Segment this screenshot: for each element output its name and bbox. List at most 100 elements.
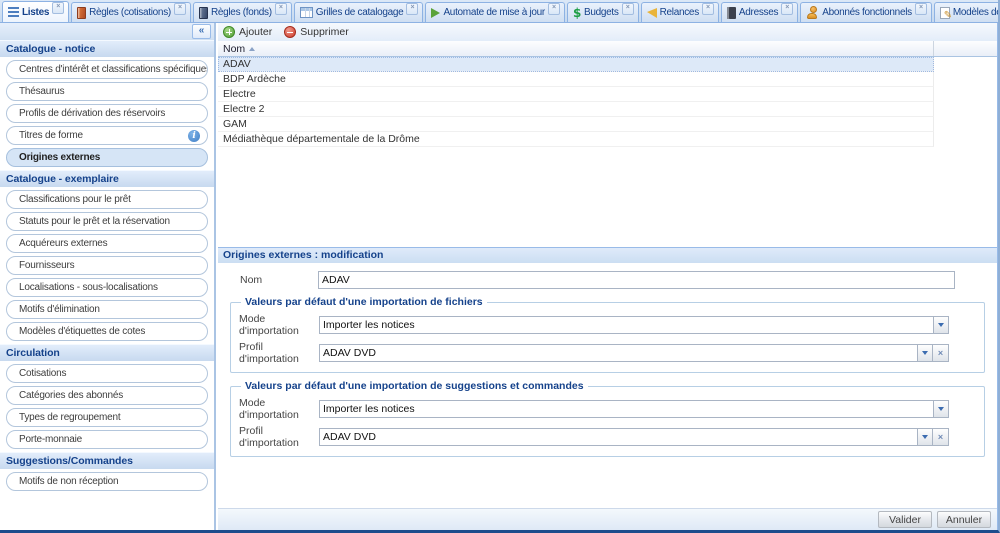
grid-row[interactable]: Electre xyxy=(218,87,934,102)
sidebar-item-categories-abonnes[interactable]: Catégories des abonnés xyxy=(6,386,208,405)
tab-label: Règles (cotisations) xyxy=(89,7,171,18)
sidebar-section-suggestions-commandes: Suggestions/Commandes xyxy=(0,452,214,469)
tab-modeles-documents[interactable]: ✎ Modèles de documents × xyxy=(934,2,998,22)
collapse-sidebar-icon[interactable]: « xyxy=(192,24,211,39)
sidebar-item-modeles-etiquettes[interactable]: Modèles d'étiquettes de cotes xyxy=(6,322,208,341)
grid-row[interactable]: Electre 2 xyxy=(218,102,934,117)
sidebar-section-catalogue-exemplaire: Catalogue - exemplaire xyxy=(0,170,214,187)
delete-button-label: Supprimer xyxy=(300,26,348,38)
tab-close-icon[interactable]: × xyxy=(781,3,793,15)
sidebar-item-acquereurs-externes[interactable]: Acquéreurs externes xyxy=(6,234,208,253)
delete-button[interactable]: Supprimer xyxy=(284,26,348,38)
mode-importation-label: Mode d'importation xyxy=(239,397,319,421)
combo-dropdown-icon[interactable] xyxy=(917,344,933,362)
tab-regles-fonds[interactable]: Règles (fonds) × xyxy=(193,2,292,22)
combo-dropdown-icon[interactable] xyxy=(933,400,949,418)
sidebar-section-catalogue-notice: Catalogue - notice xyxy=(0,40,214,57)
grid-row[interactable]: GAM xyxy=(218,117,934,132)
tab-close-icon[interactable]: × xyxy=(174,3,186,15)
sidebar-item-centres-interet[interactable]: Centres d'intérêt et classifications spé… xyxy=(6,60,208,79)
mode-importation-combo[interactable]: Importer les notices xyxy=(319,316,949,334)
tab-grilles-catalogage[interactable]: Grilles de catalogage × xyxy=(294,2,424,22)
tab-close-icon[interactable]: × xyxy=(406,3,418,15)
grid-row[interactable]: Médiathèque départementale de la Drôme xyxy=(218,132,934,147)
sidebar-item-thesaurus[interactable]: Thésaurus xyxy=(6,82,208,101)
form-footer: Valider Annuler xyxy=(218,508,997,530)
combo-dropdown-icon[interactable] xyxy=(933,316,949,334)
tab-adresses[interactable]: Adresses × xyxy=(721,2,798,22)
sidebar-item-localisations[interactable]: Localisations - sous-localisations xyxy=(6,278,208,297)
clear-field-icon[interactable]: × xyxy=(933,344,949,362)
tab-label: Abonnés fonctionnels xyxy=(822,7,912,18)
cancel-button[interactable]: Annuler xyxy=(937,511,991,528)
sidebar-section-circulation: Circulation xyxy=(0,344,214,361)
tab-label: Automate de mise à jour xyxy=(443,7,545,18)
grid-body: ADAV BDP Ardèche Electre Electre 2 GAM M… xyxy=(218,57,997,147)
sidebar-item-motifs-non-reception[interactable]: Motifs de non réception xyxy=(6,472,208,491)
combo-value[interactable]: ADAV DVD xyxy=(319,428,917,446)
nom-input[interactable] xyxy=(318,271,955,289)
tab-close-icon[interactable]: × xyxy=(702,3,714,15)
tab-relances[interactable]: Relances × xyxy=(641,2,719,22)
tab-regles-cotisations[interactable]: Règles (cotisations) × xyxy=(71,2,191,22)
main-panel: Ajouter Supprimer Nom ADAV BDP Ardèche E… xyxy=(218,23,998,530)
app-window: Listes × Règles (cotisations) × Règles (… xyxy=(0,0,1000,533)
grid-icon xyxy=(300,7,313,18)
sidebar-item-titres-de-forme[interactable]: Titres de forme i xyxy=(6,126,208,145)
tab-label: Règles (fonds) xyxy=(211,7,272,18)
address-book-icon xyxy=(727,7,736,19)
profil-importation-combo[interactable]: ADAV DVD × xyxy=(319,428,949,446)
dollar-icon: $ xyxy=(573,7,581,19)
sidebar-item-motifs-elimination[interactable]: Motifs d'élimination xyxy=(6,300,208,319)
add-button[interactable]: Ajouter xyxy=(223,26,272,38)
book-red-icon xyxy=(77,7,86,19)
combo-dropdown-icon[interactable] xyxy=(917,428,933,446)
tab-close-icon[interactable]: × xyxy=(548,3,560,15)
tab-close-icon[interactable]: × xyxy=(275,3,287,15)
sidebar: « Catalogue - notice Centres d'intérêt e… xyxy=(0,23,216,530)
chevron-down-icon xyxy=(922,435,928,439)
profil-importation-label: Profil d'importation xyxy=(239,425,319,449)
tab-close-icon[interactable]: × xyxy=(52,2,64,14)
grid-row[interactable]: BDP Ardèche xyxy=(218,72,934,87)
grid-toolbar: Ajouter Supprimer xyxy=(218,23,997,42)
tab-label: Grilles de catalogage xyxy=(316,7,404,18)
grid-row[interactable]: ADAV xyxy=(218,57,934,72)
sidebar-item-cotisations[interactable]: Cotisations xyxy=(6,364,208,383)
delete-icon xyxy=(284,26,296,38)
mode-importation-combo[interactable]: Importer les notices xyxy=(319,400,949,418)
tab-label: Relances xyxy=(660,7,699,18)
book-dark-icon xyxy=(199,7,208,19)
combo-value[interactable]: Importer les notices xyxy=(319,316,933,334)
column-header-nom[interactable]: Nom xyxy=(218,41,934,56)
tab-close-icon[interactable]: × xyxy=(622,3,634,15)
sidebar-item-porte-monnaie[interactable]: Porte-monnaie xyxy=(6,430,208,449)
info-icon[interactable]: i xyxy=(188,130,200,142)
combo-value[interactable]: Importer les notices xyxy=(319,400,933,418)
tab-budgets[interactable]: $ Budgets × xyxy=(567,2,639,22)
add-button-label: Ajouter xyxy=(239,26,272,38)
clear-field-icon[interactable]: × xyxy=(933,428,949,446)
add-icon xyxy=(223,26,235,38)
edit-form-panel: Origines externes : modification Nom Val… xyxy=(218,247,997,509)
sidebar-item-profils-derivation[interactable]: Profils de dérivation des réservoirs xyxy=(6,104,208,123)
column-header-label: Nom xyxy=(223,43,245,55)
combo-value[interactable]: ADAV DVD xyxy=(319,344,917,362)
tab-listes[interactable]: Listes × xyxy=(2,1,69,22)
form-panel-title: Origines externes : modification xyxy=(218,247,997,263)
chevron-down-icon xyxy=(938,407,944,411)
sidebar-item-types-regroupement[interactable]: Types de regroupement xyxy=(6,408,208,427)
sidebar-collapse-bar: « xyxy=(0,23,214,40)
profil-importation-combo[interactable]: ADAV DVD × xyxy=(319,344,949,362)
validate-button[interactable]: Valider xyxy=(878,511,932,528)
sidebar-item-classifications-pret[interactable]: Classifications pour le prêt xyxy=(6,190,208,209)
tab-close-icon[interactable]: × xyxy=(915,3,927,15)
sidebar-item-fournisseurs[interactable]: Fournisseurs xyxy=(6,256,208,275)
chevron-down-icon xyxy=(938,323,944,327)
document-edit-icon: ✎ xyxy=(940,7,950,19)
sidebar-item-statuts-pret-reservation[interactable]: Statuts pour le prêt et la réservation xyxy=(6,212,208,231)
tab-automate-mise-a-jour[interactable]: Automate de mise à jour × xyxy=(425,2,565,22)
tab-abonnes-fonctionnels[interactable]: Abonnés fonctionnels × xyxy=(800,2,932,22)
sidebar-item-origines-externes[interactable]: Origines externes xyxy=(6,148,208,167)
tab-label: Adresses xyxy=(739,7,778,18)
